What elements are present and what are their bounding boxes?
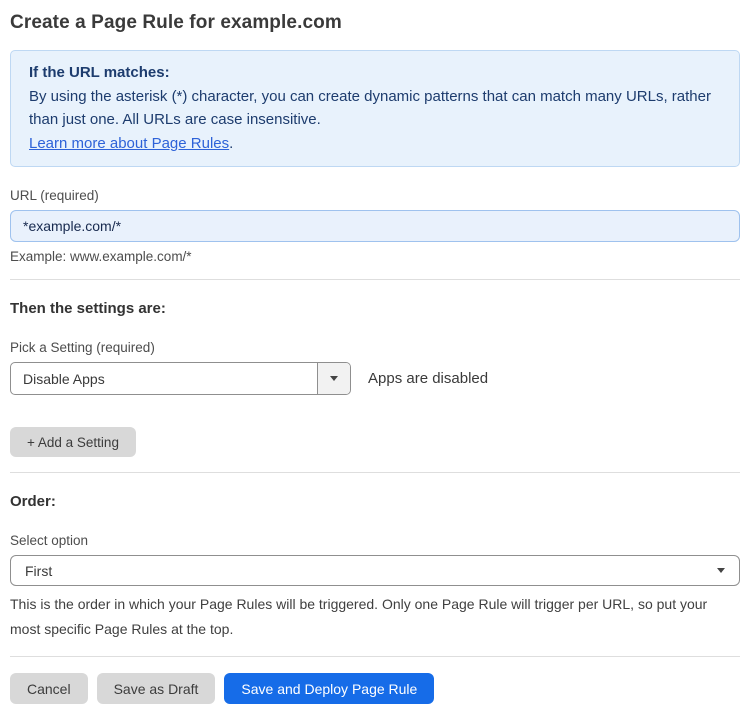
info-box-link-line: Learn more about Page Rules. <box>29 132 721 156</box>
info-box-body: By using the asterisk (*) character, you… <box>29 87 711 129</box>
create-page-rule-form: Create a Page Rule for example.com If th… <box>0 0 750 716</box>
pick-setting-label: Pick a Setting (required) <box>10 340 155 355</box>
url-match-info-box: If the URL matches: By using the asteris… <box>10 50 740 167</box>
caret-down-icon <box>717 568 725 573</box>
setting-dropdown-arrow-button[interactable] <box>317 363 350 394</box>
url-label: URL (required) <box>10 188 99 203</box>
page-title: Create a Page Rule for example.com <box>10 12 342 33</box>
info-box-heading: If the URL matches: <box>29 64 170 81</box>
setting-row: Disable Apps Apps are disabled <box>10 362 740 395</box>
caret-down-icon <box>330 376 338 381</box>
order-section-heading: Order: <box>10 493 56 510</box>
order-select-value: First <box>25 562 53 579</box>
setting-status-text: Apps are disabled <box>368 370 489 387</box>
order-help-text: This is the order in which your Page Rul… <box>10 596 708 637</box>
order-select[interactable]: First <box>10 555 740 586</box>
url-example-hint: Example: www.example.com/* <box>10 249 192 264</box>
learn-more-link[interactable]: Learn more about Page Rules <box>29 135 229 152</box>
footer-divider <box>10 656 740 657</box>
section-divider <box>10 279 740 280</box>
section-divider <box>10 472 740 473</box>
link-period: . <box>229 134 234 152</box>
url-input[interactable] <box>10 210 740 242</box>
setting-dropdown[interactable]: Disable Apps <box>10 362 351 395</box>
select-option-label: Select option <box>10 533 89 548</box>
settings-section-heading: Then the settings are: <box>10 300 166 317</box>
setting-dropdown-value: Disable Apps <box>23 370 105 387</box>
add-setting-button[interactable]: + Add a Setting <box>10 427 136 457</box>
